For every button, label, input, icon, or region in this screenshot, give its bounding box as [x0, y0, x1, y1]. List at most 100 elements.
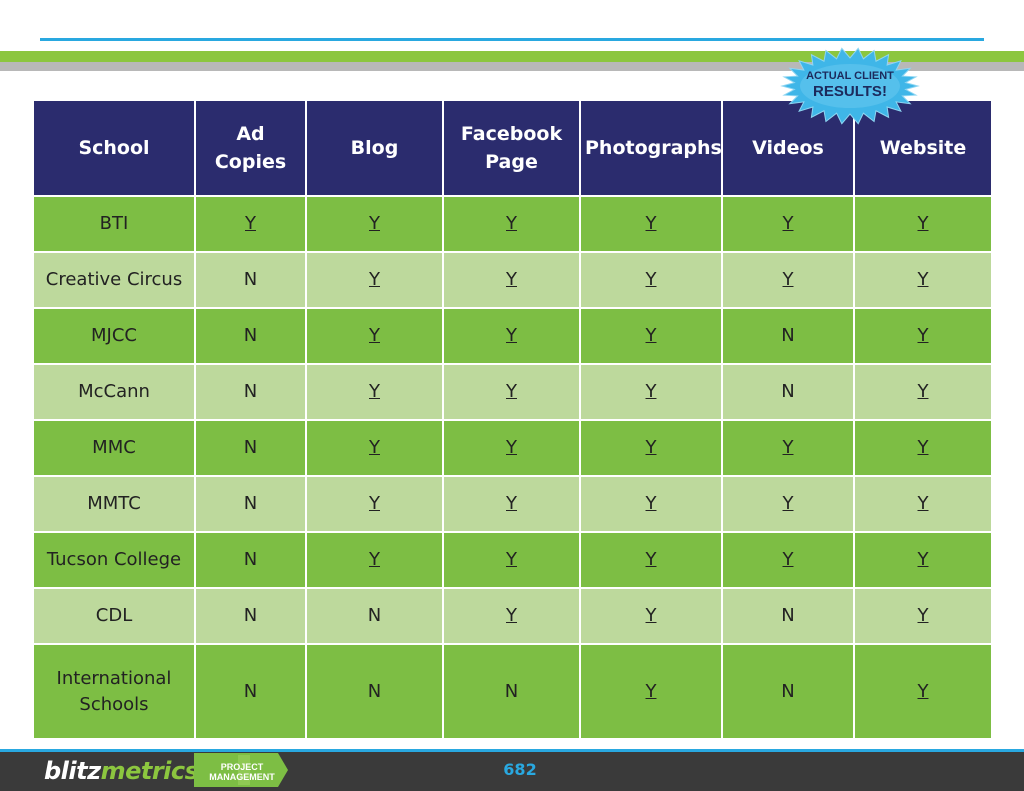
yes-cell: Y	[442, 363, 581, 421]
school-name-cell: MJCC	[32, 307, 196, 365]
table-body: BTI Y Y Y Y Y Y Creative Circus N Y Y Y Y Y MJCC N Y Y Y N Y…	[32, 195, 993, 740]
yes-cell: Y	[305, 419, 444, 477]
no-cell: N	[194, 643, 307, 740]
column-header-text: Videos	[752, 137, 824, 159]
yes-cell: Y	[853, 475, 993, 533]
badge-line-management: MANAGEMENT	[209, 772, 275, 782]
school-name-cell: BTI	[32, 195, 196, 253]
column-header-text: Website	[879, 137, 967, 159]
yes-cell: Y	[442, 587, 581, 645]
yes-cell: Y	[853, 363, 993, 421]
yes-cell: Y	[579, 475, 723, 533]
page-number: 682	[503, 760, 537, 779]
table-row: MJCC N Y Y Y N Y	[32, 307, 993, 365]
table-row: Tucson College N Y Y Y Y Y	[32, 531, 993, 589]
no-cell: N	[194, 307, 307, 365]
yes-cell: Y	[721, 195, 855, 253]
yes-cell: Y	[442, 307, 581, 365]
table-row: CDL N N Y Y N Y	[32, 587, 993, 645]
yes-cell: Y	[853, 643, 993, 740]
table-row: McCann N Y Y Y N Y	[32, 363, 993, 421]
no-cell: N	[194, 531, 307, 589]
column-header-text: Copies	[214, 151, 287, 173]
no-cell: N	[194, 251, 307, 309]
yes-cell: Y	[442, 195, 581, 253]
no-cell: N	[721, 307, 855, 365]
footer-accent-line	[0, 749, 1024, 752]
yes-cell: Y	[305, 363, 444, 421]
yes-cell: Y	[853, 251, 993, 309]
no-cell: N	[305, 643, 444, 740]
yes-cell: Y	[579, 363, 723, 421]
no-cell: N	[305, 587, 444, 645]
yes-cell: Y	[579, 419, 723, 477]
school-name-cell: Creative Circus	[32, 251, 196, 309]
school-name-cell: Tucson College	[32, 531, 196, 589]
column-header: Facebook Page	[442, 99, 581, 197]
column-header-text: Blog	[350, 137, 399, 159]
yes-cell: Y	[579, 643, 723, 740]
no-cell: N	[721, 643, 855, 740]
actual-results-badge: ACTUAL CLIENT RESULTS!	[780, 46, 920, 126]
column-header-text: Ad	[236, 123, 265, 145]
footer-bar: blitzmetrics PROJECT MANAGEMENT 682	[0, 749, 1024, 791]
school-name-cell: International Schools	[32, 643, 196, 740]
school-name-cell: CDL	[32, 587, 196, 645]
yes-cell: Y	[305, 531, 444, 589]
no-cell: N	[194, 419, 307, 477]
column-header-text: Facebook	[460, 123, 563, 145]
table-row: BTI Y Y Y Y Y Y	[32, 195, 993, 253]
logo-word-blitz: blitz	[44, 757, 101, 785]
yes-cell: Y	[305, 195, 444, 253]
table-row: International Schools N N N Y N Y	[32, 643, 993, 740]
yes-cell: Y	[853, 587, 993, 645]
yes-cell: Y	[442, 475, 581, 533]
column-header-text: Page	[485, 151, 538, 173]
yes-cell: Y	[579, 587, 723, 645]
column-header-text: School	[78, 137, 150, 159]
column-header: Ad Copies	[194, 99, 307, 197]
results-table: School Ad Copies Blog Facebook Page Photograph…	[32, 99, 993, 740]
logo-word-metrics: metrics	[100, 757, 199, 785]
no-cell: N	[194, 475, 307, 533]
column-header: Photographs	[579, 99, 723, 197]
yes-cell: Y	[853, 307, 993, 365]
no-cell: N	[442, 643, 581, 740]
table-row: MMC N Y Y Y Y Y	[32, 419, 993, 477]
column-header-text: Photographs	[585, 137, 722, 159]
yes-cell: Y	[721, 251, 855, 309]
yes-cell: Y	[579, 531, 723, 589]
yes-cell: Y	[853, 531, 993, 589]
no-cell: N	[194, 587, 307, 645]
yes-cell: Y	[579, 307, 723, 365]
badge-line-1: ACTUAL CLIENT	[806, 70, 894, 82]
yes-cell: Y	[579, 251, 723, 309]
project-management-badge: PROJECT MANAGEMENT	[194, 753, 288, 787]
school-name-cell: MMC	[32, 419, 196, 477]
yes-cell: Y	[442, 531, 581, 589]
school-name-cell: McCann	[32, 363, 196, 421]
blitzmetrics-logo: blitzmetrics	[44, 757, 199, 785]
yes-cell: Y	[721, 475, 855, 533]
yes-cell: Y	[853, 419, 993, 477]
yes-cell: Y	[442, 251, 581, 309]
yes-cell: Y	[305, 475, 444, 533]
yes-cell: Y	[853, 195, 993, 253]
badge-line-project: PROJECT	[220, 762, 264, 772]
table-row: MMTC N Y Y Y Y Y	[32, 475, 993, 533]
yes-cell: Y	[721, 419, 855, 477]
no-cell: N	[194, 363, 307, 421]
column-header: Blog	[305, 99, 444, 197]
school-name-cell: MMTC	[32, 475, 196, 533]
yes-cell: Y	[721, 531, 855, 589]
column-header: School	[32, 99, 196, 197]
yes-cell: Y	[579, 195, 723, 253]
yes-cell: Y	[442, 419, 581, 477]
yes-cell: Y	[305, 251, 444, 309]
yes-cell: Y	[194, 195, 307, 253]
no-cell: N	[721, 587, 855, 645]
top-blue-rule	[40, 38, 984, 41]
no-cell: N	[721, 363, 855, 421]
yes-cell: Y	[305, 307, 444, 365]
table-row: Creative Circus N Y Y Y Y Y	[32, 251, 993, 309]
